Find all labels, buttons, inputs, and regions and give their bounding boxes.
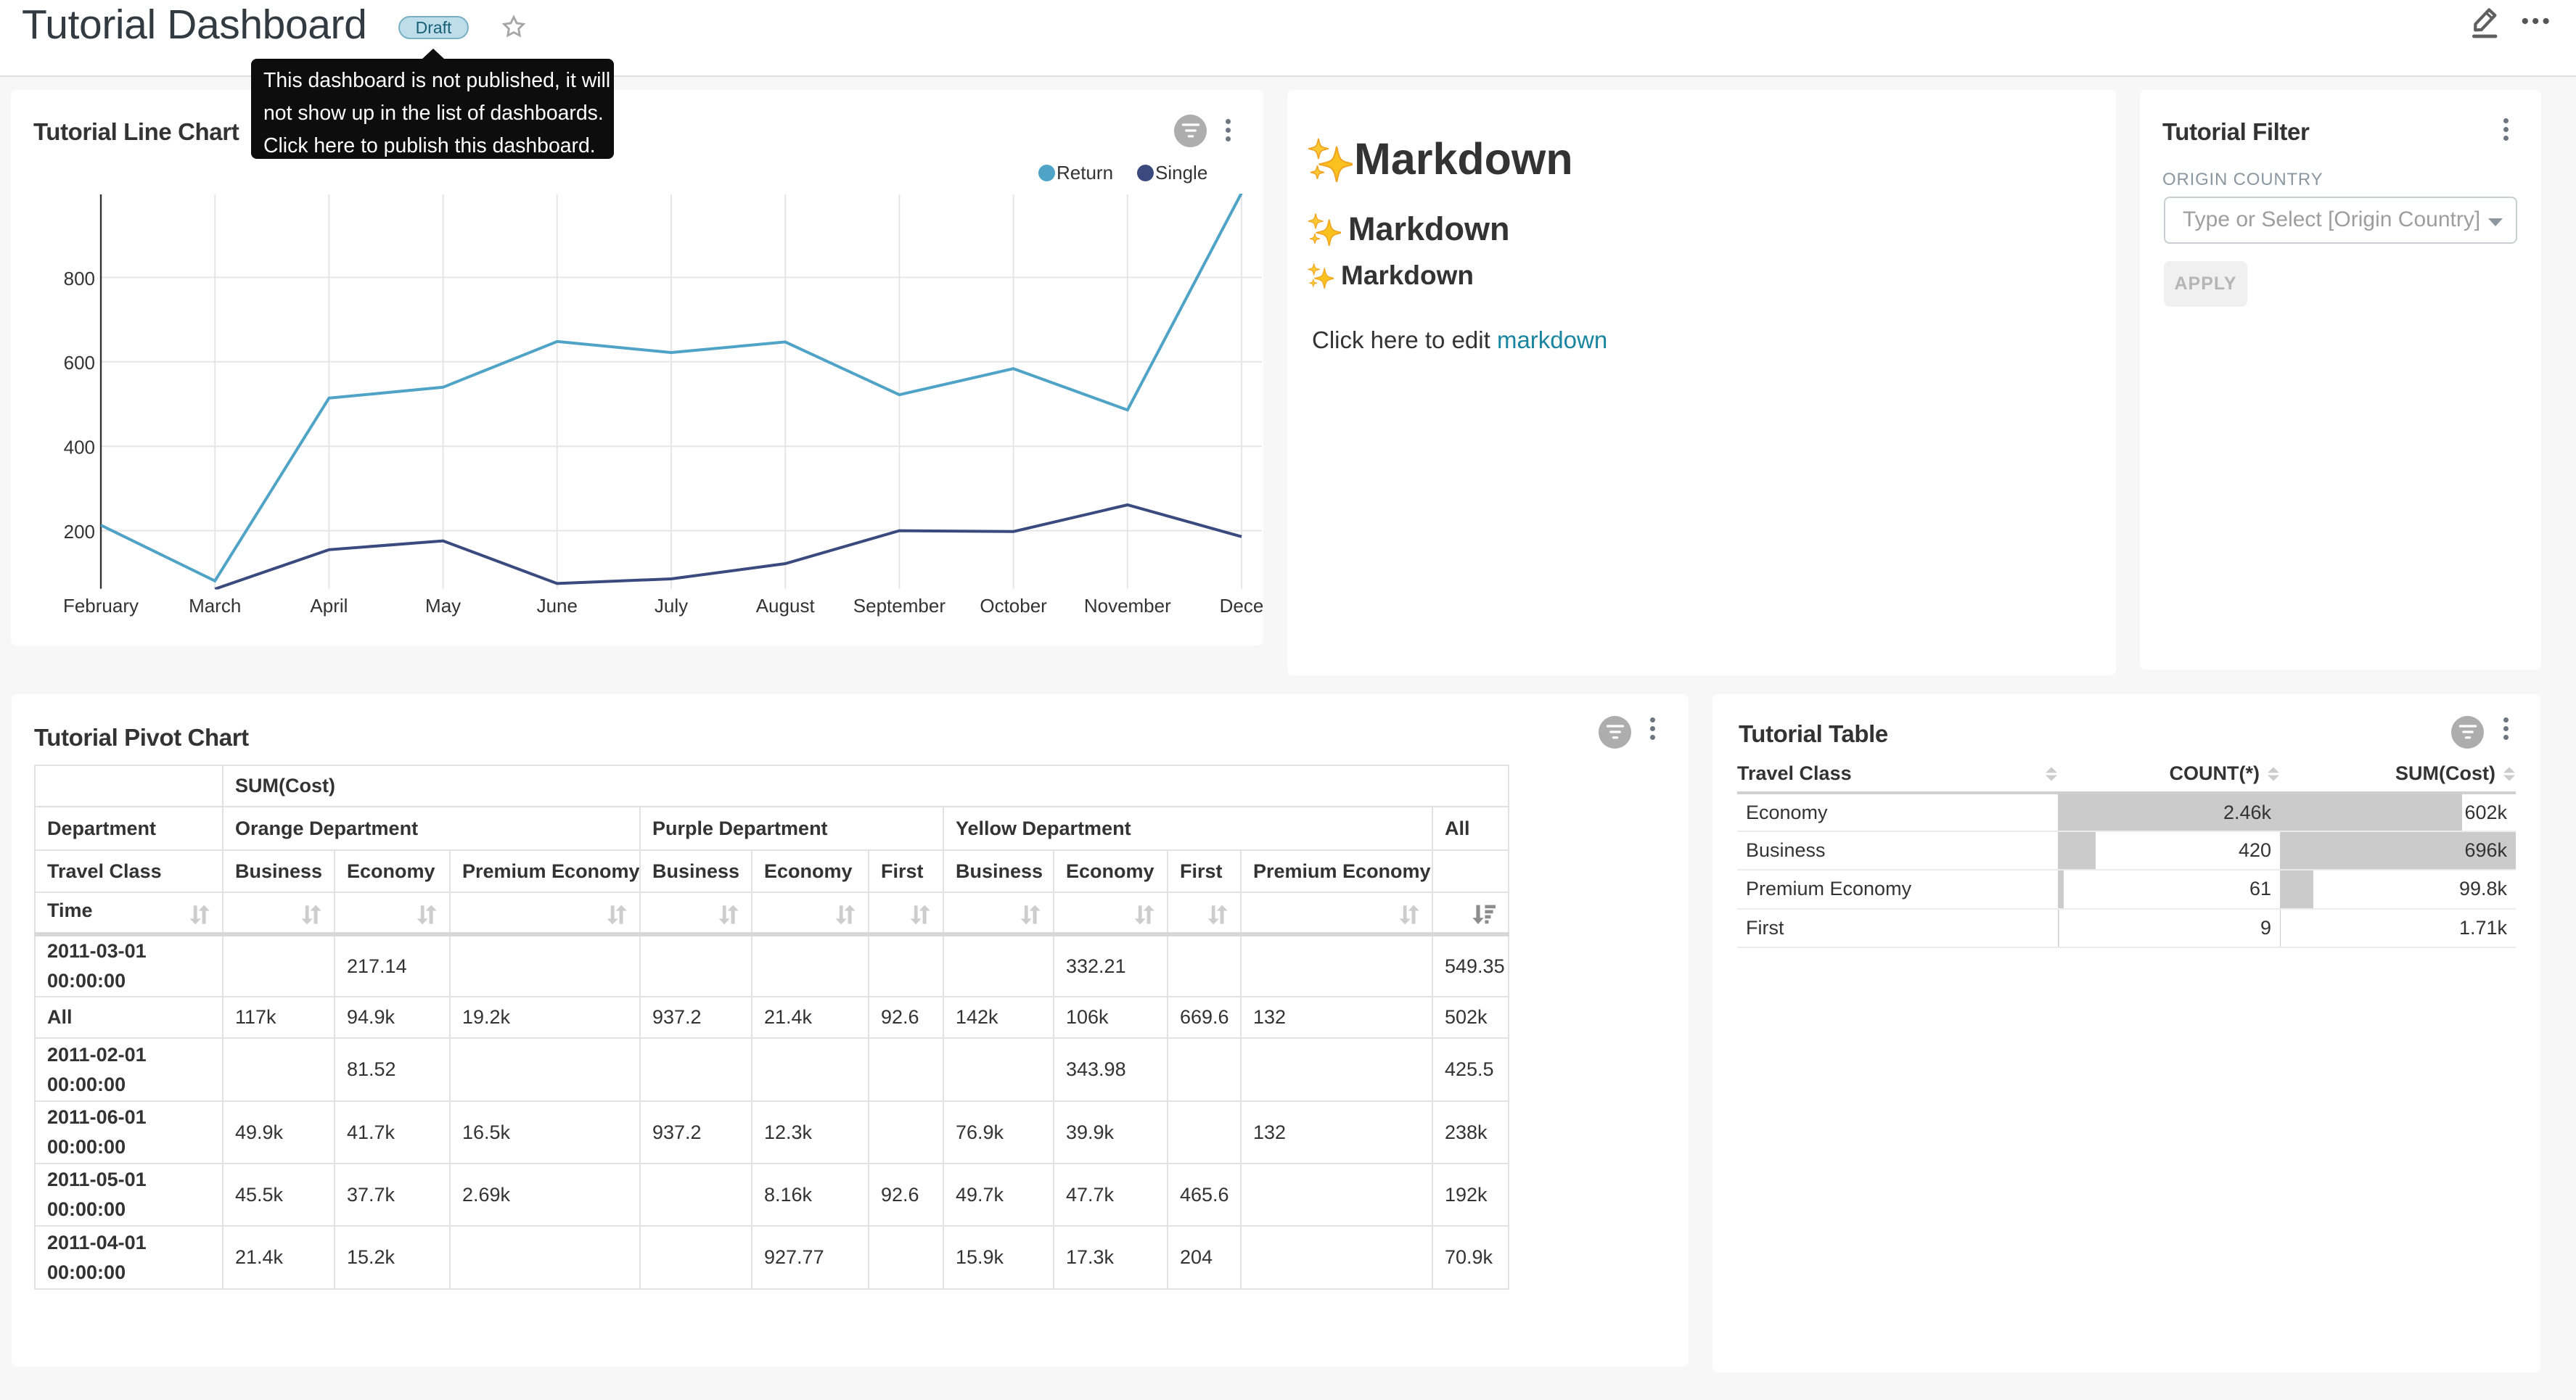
svg-text:November: November: [1084, 595, 1171, 617]
svg-text:May: May: [425, 595, 461, 617]
svg-text:October: October: [980, 595, 1047, 617]
svg-text:600: 600: [64, 352, 95, 374]
svg-text:September: September: [853, 595, 946, 617]
svg-text:June: June: [537, 595, 578, 617]
svg-text:200: 200: [64, 521, 95, 543]
svg-text:Dece: Dece: [1220, 595, 1263, 617]
svg-text:400: 400: [64, 437, 95, 458]
svg-text:February: February: [63, 595, 139, 617]
svg-text:August: August: [756, 595, 816, 617]
svg-text:July: July: [655, 595, 688, 617]
svg-text:800: 800: [64, 268, 95, 289]
svg-text:April: April: [310, 595, 348, 617]
svg-text:March: March: [189, 595, 241, 617]
